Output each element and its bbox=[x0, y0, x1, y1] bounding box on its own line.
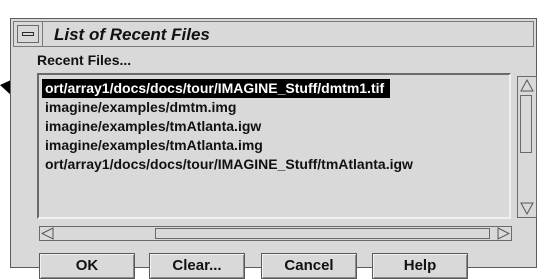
scroll-down-arrow-icon[interactable] bbox=[520, 201, 534, 215]
list-item[interactable]: ort/array1/docs/docs/tour/IMAGINE_Stuff/… bbox=[42, 79, 391, 98]
scroll-right-arrow-icon[interactable] bbox=[496, 227, 510, 240]
vertical-scrollbar[interactable] bbox=[517, 76, 537, 218]
recent-files-dialog: List of Recent Files Recent Files... ort… bbox=[10, 18, 537, 279]
horizontal-scroll-thumb[interactable] bbox=[155, 228, 490, 239]
scroll-left-arrow-icon[interactable] bbox=[41, 227, 55, 240]
window-title: List of Recent Files bbox=[54, 25, 210, 44]
clear-button[interactable]: Clear... bbox=[149, 253, 245, 279]
window-menu-button[interactable] bbox=[17, 25, 39, 43]
help-button[interactable]: Help bbox=[372, 253, 468, 279]
cancel-button[interactable]: Cancel bbox=[261, 253, 357, 279]
list-item[interactable]: ort/array1/docs/docs/tour/IMAGINE_Stuff/… bbox=[43, 155, 413, 174]
ok-button[interactable]: OK bbox=[39, 253, 135, 279]
list-item[interactable]: imagine/examples/dmtm.img bbox=[43, 98, 236, 117]
vertical-scroll-thumb[interactable] bbox=[520, 95, 532, 153]
list-item[interactable]: imagine/examples/tmAtlanta.igw bbox=[43, 117, 261, 136]
title-bar: List of Recent Files bbox=[13, 21, 534, 47]
window-menu-icon bbox=[22, 32, 34, 36]
recent-files-list[interactable]: ort/array1/docs/docs/tour/IMAGINE_Stuff/… bbox=[37, 73, 511, 219]
title-separator bbox=[42, 22, 43, 46]
list-item[interactable]: imagine/examples/tmAtlanta.img bbox=[43, 136, 263, 155]
recent-files-label: Recent Files... bbox=[37, 52, 132, 68]
horizontal-scrollbar[interactable] bbox=[39, 226, 512, 241]
scroll-up-arrow-icon[interactable] bbox=[520, 79, 534, 93]
